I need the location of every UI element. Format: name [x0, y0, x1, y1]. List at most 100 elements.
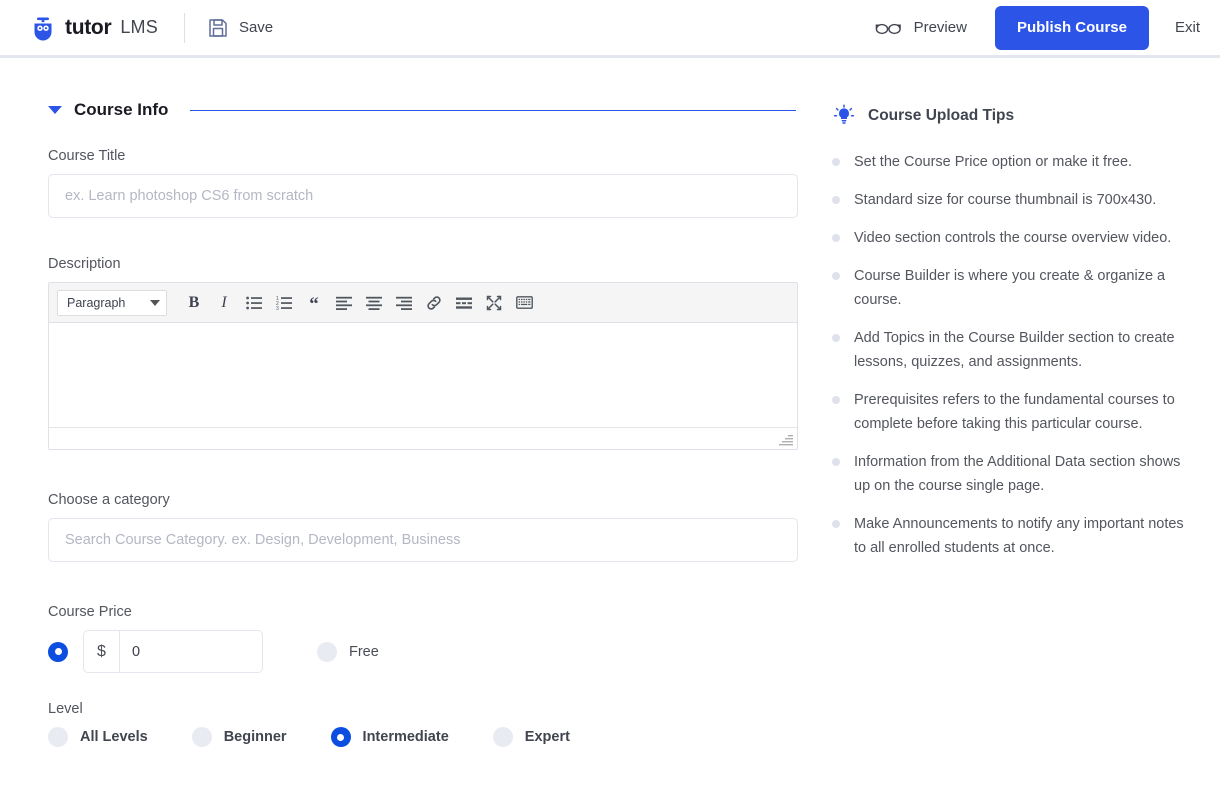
brand-subname: LMS	[120, 17, 158, 37]
description-editor-body[interactable]	[49, 323, 797, 427]
level-radio-intermediate[interactable]	[330, 727, 351, 747]
course-price-label: Course Price	[48, 604, 132, 620]
list-item: Set the Course Price option or make it f…	[832, 150, 1200, 174]
level-option-intermediate[interactable]: Intermediate	[330, 727, 449, 747]
tips-header: Course Upload Tips	[832, 104, 1200, 128]
read-more-icon	[456, 296, 472, 310]
caret-down-icon[interactable]	[48, 106, 62, 114]
owl-logo-icon	[30, 15, 56, 41]
level-field-group: Level All Levels Beginner Intermediate E…	[48, 701, 800, 747]
save-label: Save	[238, 19, 274, 36]
publish-course-button[interactable]: Publish Course	[994, 5, 1149, 50]
bullet-dot-icon	[832, 196, 840, 204]
category-field-group: Choose a category	[48, 492, 800, 562]
level-radio-expert[interactable]	[492, 727, 513, 747]
bullet-dot-icon	[832, 234, 840, 242]
toolbar-toggle-button[interactable]	[509, 288, 539, 318]
lightbulb-icon	[832, 104, 856, 128]
list-item: Make Announcements to notify any importa…	[832, 512, 1200, 560]
app-header: tutor LMS Save Preview Publish Course Ex…	[0, 0, 1220, 58]
course-price-row: $ Free	[48, 630, 800, 673]
tips-list: Set the Course Price option or make it f…	[832, 150, 1200, 560]
read-more-button[interactable]	[449, 288, 479, 318]
link-icon	[426, 295, 442, 311]
editor-resize-handle[interactable]	[778, 433, 794, 447]
tip-text: Add Topics in the Course Builder section…	[854, 330, 1175, 370]
list-item: Prerequisites refers to the fundamental …	[832, 388, 1200, 436]
preview-label: Preview	[913, 19, 967, 36]
align-center-button[interactable]	[359, 288, 389, 318]
svg-text:3: 3	[276, 306, 279, 310]
tips-title: Course Upload Tips	[868, 107, 1015, 124]
level-option-expert[interactable]: Expert	[492, 727, 570, 747]
paragraph-format-select[interactable]: Paragraph	[57, 289, 167, 316]
list-item: Standard size for course thumbnail is 70…	[832, 188, 1200, 212]
preview-button[interactable]: Preview	[874, 19, 967, 36]
bullet-dot-icon	[832, 520, 840, 528]
level-label: Level	[48, 701, 83, 717]
bullet-dot-icon	[832, 396, 840, 404]
exit-button[interactable]: Exit	[1175, 19, 1200, 36]
tip-text: Standard size for course thumbnail is 70…	[854, 192, 1157, 208]
level-option-all-levels[interactable]: All Levels	[48, 727, 148, 747]
section-divider	[190, 109, 796, 111]
bullet-dot-icon	[832, 272, 840, 280]
editor-status-bar	[49, 427, 797, 449]
align-left-icon	[336, 296, 352, 310]
category-label: Choose a category	[48, 492, 170, 508]
free-price-option[interactable]: Free	[317, 641, 379, 662]
save-button[interactable]: Save	[207, 17, 273, 39]
tip-text: Video section controls the course overvi…	[854, 230, 1172, 246]
bullet-dot-icon	[832, 158, 840, 166]
bulleted-list-button[interactable]	[239, 288, 269, 318]
currency-symbol: $	[84, 631, 120, 672]
description-label: Description	[48, 256, 121, 272]
italic-icon: I	[221, 293, 227, 311]
tip-text: Make Announcements to notify any importa…	[854, 516, 1184, 556]
blockquote-icon: “	[309, 294, 319, 315]
insert-link-button[interactable]	[419, 288, 449, 318]
blockquote-button[interactable]: “	[299, 288, 329, 318]
align-right-icon	[396, 296, 412, 310]
level-label-all-levels: All Levels	[80, 729, 148, 745]
level-radio-beginner[interactable]	[191, 727, 212, 747]
list-item: Course Builder is where you create & org…	[832, 264, 1200, 312]
free-price-radio[interactable]	[317, 641, 337, 662]
brand-name: tutor	[65, 15, 112, 39]
course-info-form: Course Info Course Title Description Par…	[0, 58, 820, 811]
floppy-disk-save-icon	[207, 17, 229, 39]
tip-text: Information from the Additional Data sec…	[854, 454, 1181, 494]
page-body: Course Info Course Title Description Par…	[0, 58, 1220, 811]
numbered-list-button[interactable]: 1 2 3	[269, 288, 299, 318]
numbered-list-icon: 1 2 3	[276, 296, 292, 310]
category-search-input[interactable]	[48, 518, 798, 562]
course-info-section-header: Course Info	[48, 100, 800, 120]
chevron-down-icon	[150, 299, 160, 306]
level-label-intermediate: Intermediate	[362, 729, 449, 745]
course-price-field-group: Course Price $ Free	[48, 604, 800, 673]
brand-logo-group[interactable]: tutor LMS	[30, 15, 158, 41]
editor-toolbar: Paragraph B I 1 2 3 “	[49, 283, 797, 323]
course-title-input[interactable]	[48, 174, 798, 218]
tip-text: Set the Course Price option or make it f…	[854, 154, 1133, 170]
bold-button[interactable]: B	[179, 288, 209, 318]
tip-text: Prerequisites refers to the fundamental …	[854, 392, 1175, 432]
align-right-button[interactable]	[389, 288, 419, 318]
level-option-beginner[interactable]: Beginner	[191, 727, 287, 747]
fullscreen-icon	[486, 295, 502, 311]
fullscreen-button[interactable]	[479, 288, 509, 318]
italic-button[interactable]: I	[209, 288, 239, 318]
bullet-dot-icon	[832, 334, 840, 342]
course-title-field-group: Course Title	[48, 148, 800, 218]
level-options-row: All Levels Beginner Intermediate Expert	[48, 727, 800, 747]
level-label-expert: Expert	[524, 729, 570, 745]
bold-icon: B	[188, 293, 200, 311]
description-editor: Paragraph B I 1 2 3 “	[48, 282, 798, 450]
description-field-group: Description Paragraph B I 1 2 3 “	[48, 256, 800, 450]
paid-price-radio[interactable]	[48, 641, 68, 662]
price-input-group: $	[83, 630, 263, 673]
align-left-button[interactable]	[329, 288, 359, 318]
level-radio-all-levels[interactable]	[48, 727, 68, 747]
price-amount-input[interactable]	[120, 631, 262, 672]
glasses-preview-icon	[874, 21, 904, 35]
